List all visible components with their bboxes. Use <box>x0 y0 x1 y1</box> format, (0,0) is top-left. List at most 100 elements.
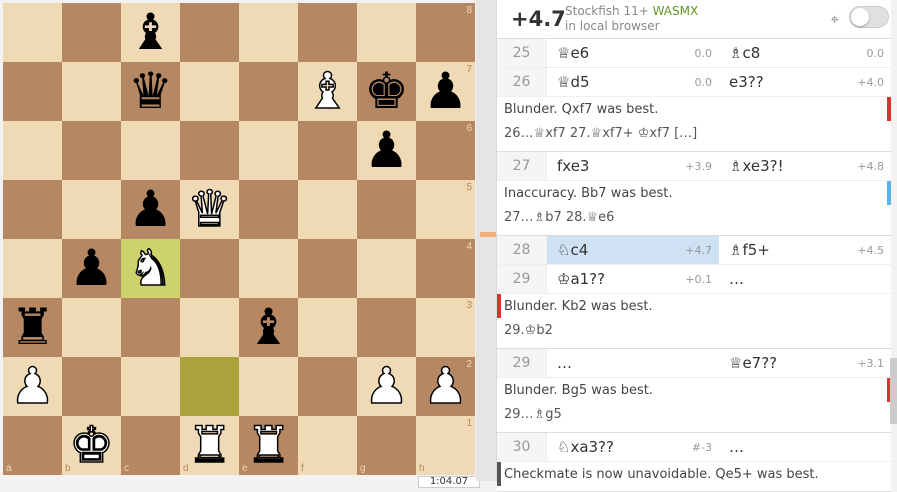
square-c8[interactable]: ♝ <box>121 3 180 62</box>
square-a2[interactable]: ♟ <box>3 356 62 416</box>
square-e5[interactable] <box>239 180 298 239</box>
square-d2[interactable] <box>180 357 239 416</box>
black-king-piece[interactable]: ♚ <box>364 62 409 121</box>
black-bishop-piece[interactable]: ♝ <box>246 298 291 357</box>
black-queen-piece[interactable]: ♛ <box>128 62 173 121</box>
square-g2[interactable]: ♟ <box>357 356 416 416</box>
square-c5[interactable]: ♟ <box>121 180 180 239</box>
square-b1[interactable]: ♚ b <box>62 415 121 475</box>
panel-divider[interactable] <box>476 0 496 481</box>
square-a5[interactable] <box>3 180 62 239</box>
square-e2[interactable] <box>239 357 298 416</box>
square-e6[interactable] <box>239 121 298 180</box>
square-d1[interactable]: ♜ d <box>180 415 239 475</box>
square-g4[interactable] <box>357 239 416 298</box>
black-move[interactable]: ♕e7?? +3.1 <box>719 349 891 377</box>
square-h3[interactable]: 3 <box>416 298 475 357</box>
white-pawn-piece[interactable]: ♟ <box>9 356 55 416</box>
white-move[interactable]: ♕e6 0.0 <box>547 39 719 67</box>
square-h2[interactable]: ♟ 2 <box>416 356 475 416</box>
square-f7[interactable]: ♝ <box>298 61 357 121</box>
square-b7[interactable] <box>62 62 121 121</box>
white-bishop-piece[interactable]: ♝ <box>304 61 350 121</box>
comment-variation[interactable]: 27…♗b7 28.♕e6 <box>504 210 891 225</box>
square-h5[interactable]: 5 <box>416 180 475 239</box>
black-pawn-piece[interactable]: ♟ <box>128 180 173 239</box>
white-knight-piece[interactable]: ♞ <box>127 238 173 298</box>
square-h6[interactable]: 6 <box>416 121 475 180</box>
square-h1[interactable]: 1h <box>416 416 475 475</box>
black-move[interactable]: e3?? +4.0 <box>719 68 891 96</box>
square-c3[interactable] <box>121 298 180 357</box>
square-g6[interactable]: ♟ <box>357 121 416 180</box>
square-g7[interactable]: ♚ <box>357 62 416 121</box>
square-f5[interactable] <box>298 180 357 239</box>
black-move[interactable]: … <box>719 433 891 461</box>
black-pawn-piece[interactable]: ♟ <box>423 62 468 121</box>
square-c6[interactable] <box>121 121 180 180</box>
square-d6[interactable] <box>180 121 239 180</box>
comment-variation[interactable]: 26…♕xf7 27.♕xf7+ ♔xf7 […] <box>504 126 891 141</box>
square-e3[interactable]: ♝ <box>239 298 298 357</box>
square-g1[interactable]: g <box>357 416 416 475</box>
square-a6[interactable] <box>3 121 62 180</box>
square-d4[interactable] <box>180 239 239 298</box>
comment-variation[interactable]: 29…♗g5 <box>504 407 891 422</box>
black-move[interactable]: ♗c8 0.0 <box>719 39 891 67</box>
square-e1[interactable]: ♜ e <box>239 415 298 475</box>
square-g5[interactable] <box>357 180 416 239</box>
white-move[interactable]: … <box>547 349 719 377</box>
square-a7[interactable] <box>3 62 62 121</box>
square-a3[interactable]: ♜ <box>3 298 62 357</box>
square-e8[interactable] <box>239 3 298 62</box>
square-g3[interactable] <box>357 298 416 357</box>
white-king-piece[interactable]: ♚ <box>68 415 114 475</box>
square-f1[interactable]: f <box>298 416 357 475</box>
square-b5[interactable] <box>62 180 121 239</box>
square-d7[interactable] <box>180 62 239 121</box>
target-icon[interactable]: ⌖ <box>831 10 839 28</box>
square-f8[interactable] <box>298 3 357 62</box>
scrollbar[interactable] <box>890 358 897 424</box>
square-h4[interactable]: 4 <box>416 239 475 298</box>
square-a4[interactable] <box>3 239 62 298</box>
square-h7[interactable]: ♟ 7 <box>416 62 475 121</box>
square-b8[interactable] <box>62 3 121 62</box>
square-d8[interactable] <box>180 3 239 62</box>
square-f2[interactable] <box>298 357 357 416</box>
white-move[interactable]: ♘c4 +4.7 <box>547 236 719 264</box>
white-move[interactable]: fxe3 +3.9 <box>547 152 719 180</box>
chess-board[interactable]: ♝ 8 ♛ ♝ ♚ ♟ 7 ♟ 6 ♟ ♛ 5 ♟ ♞ 4 ♜ ♝ 3 ♟ ♟ ♟ 2 a ♚ b c ♜ d ♜ e f g 1 h <box>3 3 475 475</box>
white-move[interactable]: ♕d5 0.0 <box>547 68 719 96</box>
black-pawn-piece[interactable]: ♟ <box>364 121 409 180</box>
square-b4[interactable]: ♟ <box>62 239 121 298</box>
comment-variation[interactable]: 29.♔b2 <box>504 323 891 338</box>
square-f4[interactable] <box>298 239 357 298</box>
white-pawn-piece[interactable]: ♟ <box>363 356 409 416</box>
square-b2[interactable] <box>62 357 121 416</box>
square-g8[interactable] <box>357 3 416 62</box>
black-move[interactable]: ♗xe3?! +4.8 <box>719 152 891 180</box>
square-h8[interactable]: 8 <box>416 3 475 62</box>
square-b3[interactable] <box>62 298 121 357</box>
square-e7[interactable] <box>239 62 298 121</box>
black-pawn-piece[interactable]: ♟ <box>69 239 114 298</box>
black-rook-piece[interactable]: ♜ <box>10 298 55 357</box>
square-f6[interactable] <box>298 121 357 180</box>
square-c4[interactable]: ♞ <box>121 238 180 298</box>
white-queen-piece[interactable]: ♛ <box>186 179 232 239</box>
square-d3[interactable] <box>180 298 239 357</box>
square-f3[interactable] <box>298 298 357 357</box>
square-e4[interactable] <box>239 239 298 298</box>
square-a8[interactable] <box>3 3 62 62</box>
square-c1[interactable]: c <box>121 416 180 475</box>
black-move[interactable]: ♗f5+ +4.5 <box>719 236 891 264</box>
white-rook-piece[interactable]: ♜ <box>245 415 291 475</box>
white-pawn-piece[interactable]: ♟ <box>422 356 468 416</box>
engine-toggle[interactable] <box>849 6 889 28</box>
square-d5[interactable]: ♛ <box>180 179 239 239</box>
square-c2[interactable] <box>121 357 180 416</box>
white-move[interactable]: ♘xa3?? #-3 <box>547 433 719 461</box>
square-a1[interactable]: a <box>3 416 62 475</box>
square-b6[interactable] <box>62 121 121 180</box>
